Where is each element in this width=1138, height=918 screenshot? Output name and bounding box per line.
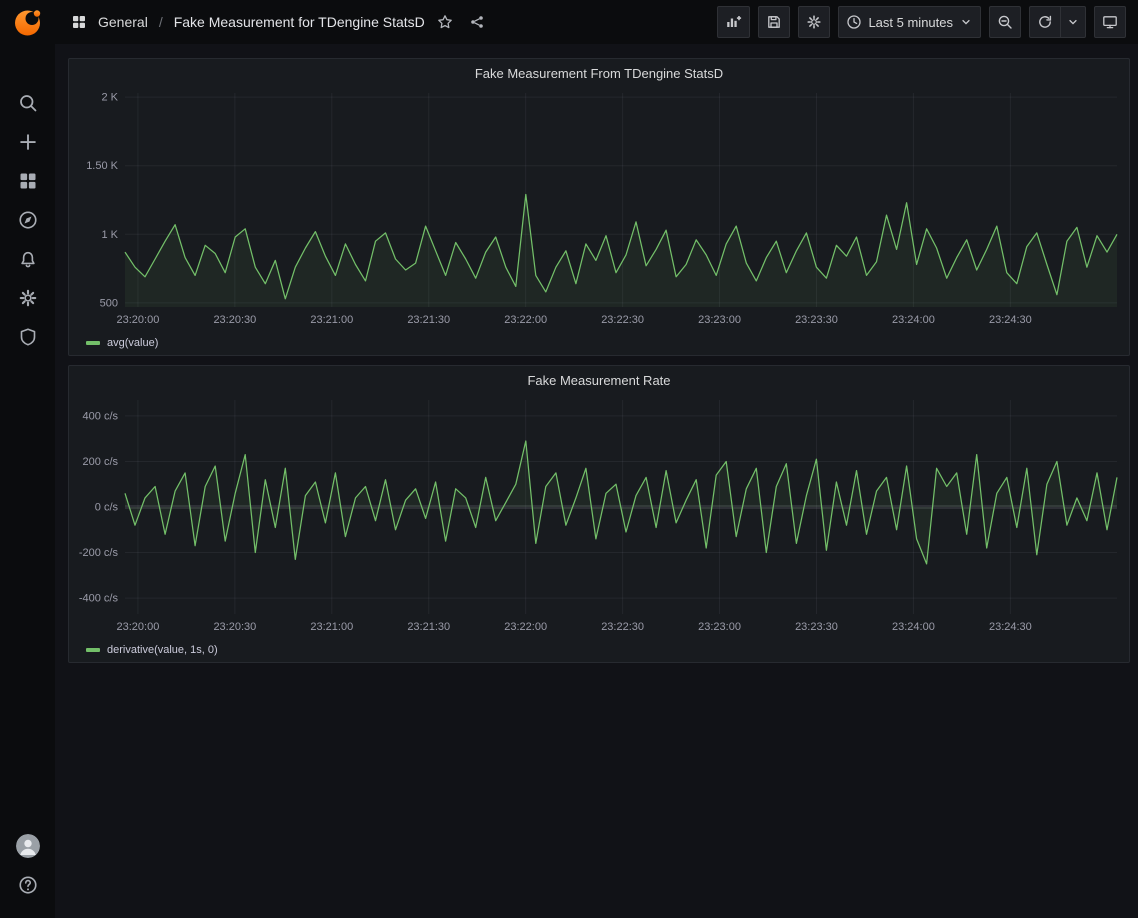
help-icon (18, 875, 38, 895)
breadcrumb-separator: / (159, 14, 163, 30)
dashboards-grid-icon (18, 171, 38, 191)
svg-text:0 c/s: 0 c/s (95, 502, 119, 514)
svg-text:2 K: 2 K (101, 92, 118, 104)
chart-legend: avg(value) (69, 331, 1129, 355)
kiosk-mode-button[interactable] (1094, 6, 1126, 38)
legend-label[interactable]: avg(value) (107, 337, 158, 349)
sidebar-item-create[interactable] (0, 122, 55, 161)
top-navbar: General / Fake Measurement for TDengine … (55, 0, 1138, 44)
svg-text:23:23:30: 23:23:30 (795, 621, 838, 633)
refresh-button-group (1029, 6, 1086, 38)
add-panel-button[interactable] (717, 6, 750, 38)
gear-icon (18, 288, 38, 308)
share-dashboard-button[interactable] (465, 14, 489, 30)
timeseries-chart[interactable]: 23:20:00 23:20:30 23:21:00 23:21:30 23:22:00… (77, 394, 1121, 638)
svg-text:23:23:30: 23:23:30 (795, 314, 838, 326)
refresh-icon (1037, 14, 1053, 30)
legend-label[interactable]: derivative(value, 1s, 0) (107, 644, 218, 656)
sidebar-item-help[interactable] (0, 874, 55, 896)
refresh-interval-dropdown[interactable] (1060, 6, 1086, 38)
svg-text:23:21:30: 23:21:30 (407, 314, 450, 326)
gear-icon (806, 14, 822, 30)
svg-text:23:22:30: 23:22:30 (601, 314, 644, 326)
legend-swatch (86, 648, 100, 652)
dashboard-settings-button[interactable] (798, 6, 830, 38)
save-icon (766, 14, 782, 30)
svg-text:23:21:30: 23:21:30 (407, 621, 450, 633)
compass-icon (18, 210, 38, 230)
dashboard-toolbar: Last 5 minutes (717, 6, 1126, 38)
svg-text:200 c/s: 200 c/s (83, 456, 119, 468)
grafana-logo[interactable] (11, 5, 45, 39)
share-icon (469, 14, 485, 30)
plus-icon (18, 132, 38, 152)
sidebar-item-explore[interactable] (0, 200, 55, 239)
star-dashboard-button[interactable] (433, 14, 457, 30)
time-range-picker[interactable]: Last 5 minutes (838, 6, 981, 38)
avatar-icon (16, 834, 40, 858)
svg-text:23:24:30: 23:24:30 (989, 314, 1032, 326)
svg-text:1.50 K: 1.50 K (86, 160, 118, 172)
sidebar-item-search[interactable] (0, 83, 55, 122)
add-panel-icon (725, 14, 742, 30)
svg-text:23:20:30: 23:20:30 (213, 621, 256, 633)
svg-text:-400 c/s: -400 c/s (79, 593, 119, 605)
sidebar-item-server-admin[interactable] (0, 317, 55, 356)
sidebar-item-alerting[interactable] (0, 239, 55, 278)
clock-icon (846, 14, 862, 30)
refresh-dashboard-button[interactable] (1029, 6, 1061, 38)
timeseries-chart[interactable]: 23:20:00 23:20:30 23:21:00 23:21:30 23:22:00… (77, 87, 1121, 331)
chart-legend: derivative(value, 1s, 0) (69, 638, 1129, 662)
svg-text:23:23:00: 23:23:00 (698, 314, 741, 326)
svg-text:23:21:00: 23:21:00 (310, 314, 353, 326)
shield-icon (18, 327, 38, 347)
dashboard-grid: Fake Measurement From TDengine StatsD 23… (55, 44, 1138, 663)
zoom-out-time-button[interactable] (989, 6, 1021, 38)
panel-title[interactable]: Fake Measurement Rate (69, 366, 1129, 394)
chevron-down-icon (959, 15, 973, 29)
sidebar-nav (0, 83, 55, 356)
sidebar (0, 0, 55, 918)
svg-text:23:23:00: 23:23:00 (698, 621, 741, 633)
apps-grid-icon (71, 14, 87, 30)
svg-text:23:20:30: 23:20:30 (213, 314, 256, 326)
panel-fake-measurement: Fake Measurement From TDengine StatsD 23… (68, 58, 1130, 356)
bell-icon (18, 249, 38, 269)
zoom-out-icon (997, 14, 1013, 30)
sidebar-bottom (0, 834, 55, 896)
monitor-icon (1102, 14, 1118, 30)
panel-title[interactable]: Fake Measurement From TDengine StatsD (69, 59, 1129, 87)
svg-text:23:24:00: 23:24:00 (892, 621, 935, 633)
user-avatar[interactable] (16, 834, 40, 858)
svg-text:23:22:30: 23:22:30 (601, 621, 644, 633)
svg-text:23:21:00: 23:21:00 (310, 621, 353, 633)
svg-text:-200 c/s: -200 c/s (79, 547, 119, 559)
svg-text:500: 500 (100, 297, 118, 309)
time-range-label: Last 5 minutes (868, 15, 953, 30)
svg-text:23:24:00: 23:24:00 (892, 314, 935, 326)
svg-text:23:20:00: 23:20:00 (117, 314, 160, 326)
svg-text:23:22:00: 23:22:00 (504, 621, 547, 633)
chevron-down-icon (1066, 15, 1080, 29)
breadcrumb: General / Fake Measurement for TDengine … (71, 14, 425, 30)
svg-text:23:20:00: 23:20:00 (117, 621, 160, 633)
dashboard-title: Fake Measurement for TDengine StatsD (174, 14, 425, 30)
svg-text:23:24:30: 23:24:30 (989, 621, 1032, 633)
svg-text:1 K: 1 K (101, 229, 118, 241)
star-icon (437, 14, 453, 30)
dashboards-breadcrumb-button[interactable] (71, 14, 87, 30)
main-column: General / Fake Measurement for TDengine … (55, 0, 1138, 918)
legend-swatch (86, 341, 100, 345)
sidebar-item-configuration[interactable] (0, 278, 55, 317)
grafana-logo-icon (13, 7, 43, 37)
save-dashboard-button[interactable] (758, 6, 790, 38)
panel-fake-measurement-rate: Fake Measurement Rate 23:20:0023:20:3023… (68, 365, 1130, 663)
svg-text:23:22:00: 23:22:00 (504, 314, 547, 326)
app-root: General / Fake Measurement for TDengine … (0, 0, 1138, 918)
svg-text:400 c/s: 400 c/s (83, 410, 119, 422)
breadcrumb-folder[interactable]: General (98, 14, 148, 30)
search-icon (18, 93, 38, 113)
sidebar-item-dashboards[interactable] (0, 161, 55, 200)
